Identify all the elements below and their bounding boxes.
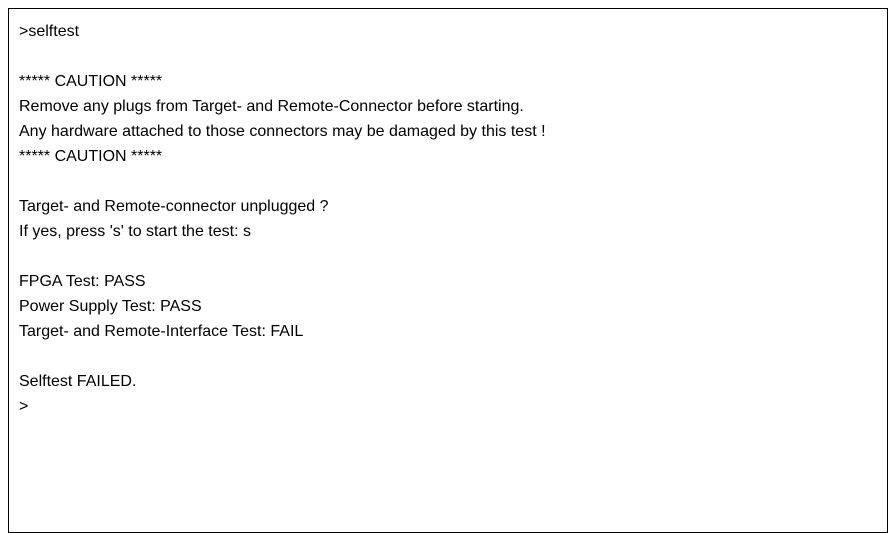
test-result-power-supply: Power Supply Test: PASS	[19, 298, 202, 315]
test-result-fpga: FPGA Test: PASS	[19, 273, 146, 290]
selftest-summary: Selftest FAILED.	[19, 373, 137, 390]
test-result-interface: Target- and Remote-Interface Test: FAIL	[19, 323, 304, 340]
terminal-output[interactable]: >selftest ***** CAUTION ***** Remove any…	[8, 8, 888, 533]
caution-text-line: Any hardware attached to those connector…	[19, 123, 546, 140]
command-prompt[interactable]: >	[19, 394, 887, 419]
caution-header: ***** CAUTION *****	[19, 73, 163, 90]
caution-footer: ***** CAUTION *****	[19, 148, 163, 165]
prompt-question: Target- and Remote-connector unplugged ?	[19, 198, 329, 215]
caution-text-line: Remove any plugs from Target- and Remote…	[19, 98, 524, 115]
prompt-input-line: If yes, press 's' to start the test: s	[19, 223, 251, 240]
command-line: >selftest	[19, 23, 80, 40]
